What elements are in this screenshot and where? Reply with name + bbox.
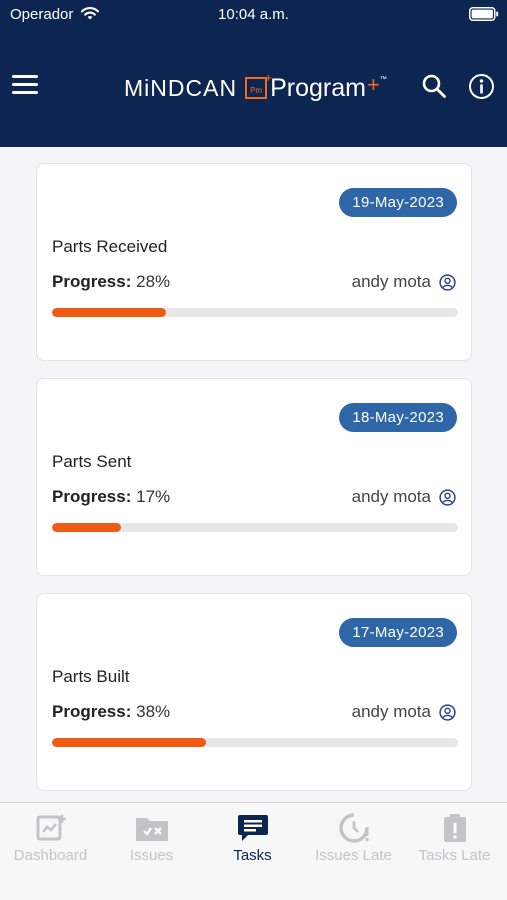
task-title: Parts Received [52, 237, 168, 256]
clock: 10:04 a.m. [218, 6, 289, 23]
tab-dashboard[interactable]: Dashboard [0, 813, 101, 864]
issues-late-icon [338, 813, 369, 843]
progress-text: Progress: 17% [52, 487, 171, 506]
task-title: Parts Sent [52, 452, 132, 471]
battery-icon [469, 7, 499, 21]
progress-bar [52, 523, 458, 532]
date-badge: 19-May-2023 [339, 188, 457, 217]
tab-bar: Dashboard Issues Tasks Issues Late Tasks… [0, 802, 507, 900]
tab-tasks-late[interactable]: Tasks Late [404, 813, 505, 864]
app-header: MiNDCAN Pm Program + ™ [0, 30, 507, 147]
task-card[interactable]: 19-May-2023 Parts Received Progress: 28%… [36, 163, 472, 361]
status-bar: Operador 10:04 a.m. [0, 0, 507, 30]
progress-text: Progress: 28% [52, 272, 171, 291]
user-icon [439, 703, 456, 721]
tasks-late-icon [443, 814, 466, 842]
tab-issues[interactable]: Issues [101, 813, 202, 864]
info-icon[interactable] [468, 73, 495, 100]
task-card[interactable]: 17-May-2023 Parts Built Progress: 38% an… [36, 593, 472, 791]
user-icon [439, 488, 456, 506]
date-badge: 18-May-2023 [339, 403, 457, 432]
user-icon [439, 273, 456, 291]
tab-issues-late[interactable]: Issues Late [303, 813, 404, 864]
date-badge: 17-May-2023 [339, 618, 457, 647]
dashboard-icon [36, 815, 66, 841]
tasks-icon [237, 815, 268, 841]
menu-icon[interactable] [12, 75, 40, 97]
search-icon[interactable] [421, 73, 447, 99]
assignee: andy mota [352, 272, 456, 292]
task-card[interactable]: 18-May-2023 Parts Sent Progress: 17% and… [36, 378, 472, 576]
progress-bar [52, 738, 458, 747]
progress-bar [52, 308, 458, 317]
tab-tasks[interactable]: Tasks [202, 813, 303, 864]
progress-text: Progress: 38% [52, 702, 171, 721]
pm-logo-icon: Pm [245, 70, 272, 99]
assignee: andy mota [352, 702, 456, 722]
assignee: andy mota [352, 487, 456, 507]
task-title: Parts Built [52, 667, 130, 686]
issues-icon [135, 818, 168, 841]
brand-logo: MiNDCAN Pm Program + ™ [124, 70, 387, 105]
